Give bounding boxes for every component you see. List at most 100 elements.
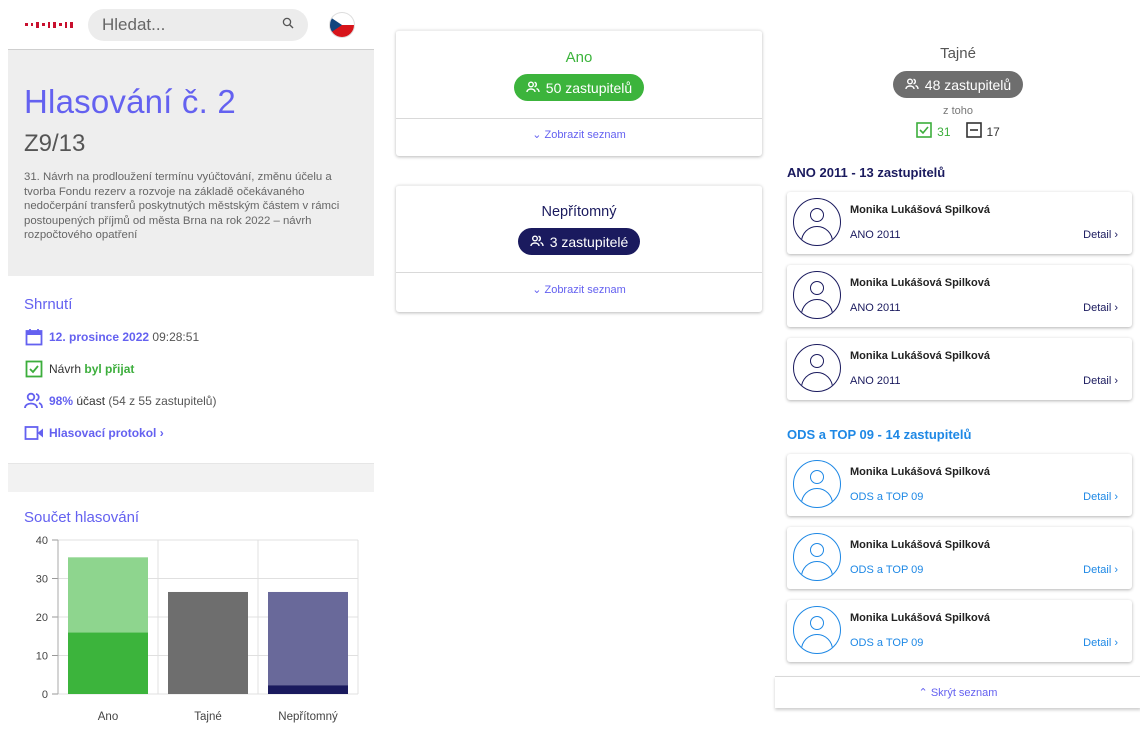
avatar-icon <box>793 533 841 581</box>
vote-bar-chart: 0 10 20 30 40 Ano Tajné Nepřítomný <box>36 535 359 723</box>
member-detail-link[interactable]: Detail › <box>1083 302 1118 314</box>
calendar-icon <box>24 328 44 346</box>
checkbox-indeterminate-icon <box>965 122 982 141</box>
section-divider <box>8 464 374 492</box>
member-name: Monika Lukášová Spilková <box>850 539 990 551</box>
member-party: ODS a TOP 09 <box>850 491 924 503</box>
member-party: ODS a TOP 09 <box>850 564 924 576</box>
z-toho-label: z toho <box>943 105 973 117</box>
member-detail-link[interactable]: Detail › <box>1083 564 1118 576</box>
result-prefix: Návrh <box>49 361 82 376</box>
tajne-count: 48 zastupitelů <box>924 76 1012 93</box>
vote-code: Z9/13 <box>24 130 86 157</box>
bar-nepřítomný-segment-1 <box>268 591 348 686</box>
y-tick-label: 30 <box>36 574 48 586</box>
top-bar <box>8 0 374 50</box>
member-name: Monika Lukášová Spilková <box>850 277 990 289</box>
avatar-icon <box>793 271 841 319</box>
participation-row: 98% účast (54 z 55 zastupitelů) <box>24 391 358 410</box>
search-box[interactable] <box>88 8 308 41</box>
city-logo[interactable] <box>25 21 74 28</box>
member-detail-link[interactable]: Detail › <box>1083 491 1118 503</box>
participation-detail: (54 z 55 zastupitelů) <box>108 393 217 408</box>
hide-list-link[interactable]: ⌃ Skrýt seznam <box>775 676 1140 708</box>
member-party: ANO 2011 <box>850 375 901 387</box>
member-name: Monika Lukášová Spilková <box>850 204 990 216</box>
card-ano-count: 50 zastupitelů <box>545 79 633 96</box>
date-row: 12. prosince 2022 09:28:51 <box>24 327 358 346</box>
member-detail-link[interactable]: Detail › <box>1083 229 1118 241</box>
vote-header: Hlasování č. 2 Z9/13 31. Návrh na prodlo… <box>8 50 374 276</box>
member-party: ANO 2011 <box>850 302 901 314</box>
tajne-header: Tajné 48 zastupitelů z toho 31 17 <box>775 0 1140 155</box>
card-ano-title: Ano <box>565 49 593 66</box>
bar-nepřítomný-segment-0 <box>268 685 348 694</box>
people-icon <box>24 392 44 410</box>
participation-word: účast <box>76 393 106 408</box>
vote-description: 31. Návrh na prodloužení termínu vyúčtov… <box>24 171 340 242</box>
protocol-link[interactable]: Hlasovací protokol › <box>49 426 164 440</box>
y-tick-label: 40 <box>36 535 48 547</box>
card-nepritomny-title: Nepřítomný <box>541 204 617 220</box>
x-tick-label: Tajné <box>194 711 222 723</box>
member-party: ANO 2011 <box>850 229 901 241</box>
participation-percent: 98% <box>49 393 74 408</box>
checkbox-checked-icon <box>24 360 44 378</box>
tajne-yes-count: 31 <box>937 124 951 139</box>
vote-chart-section: Součet hlasování 0 10 20 30 40 Ano Tajné Nepřít… <box>8 492 374 737</box>
avatar-icon <box>793 344 841 392</box>
member-name: Monika Lukášová Spilková <box>850 612 990 624</box>
chart-title: Součet hlasování <box>24 509 140 526</box>
people-icon <box>905 77 919 93</box>
card-ano: Ano 50 zastupitelů ⌄ Zobrazit seznam <box>396 30 762 156</box>
people-icon <box>526 80 540 96</box>
checkbox-checked-icon <box>916 122 932 141</box>
vote-date: 12. prosince 2022 <box>49 329 150 344</box>
y-tick-label: 0 <box>42 689 48 701</box>
avatar-icon <box>793 198 841 246</box>
member-party: ODS a TOP 09 <box>850 637 924 649</box>
member-card[interactable]: Monika Lukášová Spilková ANO 2011 Detail › <box>787 192 1132 254</box>
result-row: Návrh byl přijat <box>24 359 358 378</box>
card-ano-head: Ano 50 zastupitelů <box>396 31 762 118</box>
summary-section: Shrnutí 12. prosince 2022 09:28:51 Návrh… <box>8 276 374 464</box>
member-detail-link[interactable]: Detail › <box>1083 375 1118 387</box>
card-nepritomny-head: Nepřítomný 3 zastupitelé <box>396 186 762 272</box>
result-value: byl přijat <box>84 361 135 376</box>
card-nepritomny: Nepřítomný 3 zastupitelé ⌄ Zobrazit sezn… <box>396 185 762 312</box>
member-name: Monika Lukášová Spilková <box>850 466 990 478</box>
member-detail-link[interactable]: Detail › <box>1083 637 1118 649</box>
summary-title: Shrnutí <box>24 296 73 313</box>
bar-ano-segment-0 <box>68 632 148 694</box>
czech-flag-icon[interactable] <box>330 12 354 37</box>
search-icon[interactable] <box>282 16 294 34</box>
protocol-row[interactable]: Hlasovací protokol › <box>24 423 358 442</box>
member-card[interactable]: Monika Lukášová Spilková ODS a TOP 09 Deta… <box>787 600 1132 662</box>
party-group-title: ODS a TOP 09 - 14 zastupitelů <box>787 427 972 442</box>
member-card[interactable]: Monika Lukášová Spilková ODS a TOP 09 Deta… <box>787 454 1132 516</box>
page-title: Hlasování č. 2 <box>24 83 236 120</box>
member-card[interactable]: Monika Lukášová Spilková ANO 2011 Detail › <box>787 265 1132 327</box>
card-nepritomny-count-badge: 3 zastupitelé <box>517 228 641 255</box>
y-tick-label: 20 <box>36 612 48 624</box>
bar-ano-segment-1 <box>68 557 148 633</box>
bar-tajné-segment-0 <box>168 591 248 694</box>
video-camera-icon <box>24 424 44 442</box>
tajne-breakdown: 31 17 <box>775 122 1140 141</box>
member-card[interactable]: Monika Lukášová Spilková ODS a TOP 09 Deta… <box>787 527 1132 589</box>
card-nepritomny-show-list[interactable]: ⌄ Zobrazit seznam <box>396 272 762 312</box>
member-name: Monika Lukášová Spilková <box>850 350 990 362</box>
search-input[interactable] <box>102 14 262 35</box>
tajne-count-badge: 48 zastupitelů <box>892 71 1024 98</box>
vote-detail-column: Hlasování č. 2 Z9/13 31. Návrh na prodlo… <box>8 0 374 742</box>
tajne-abstain-count: 17 <box>986 124 1000 139</box>
member-card[interactable]: Monika Lukášová Spilková ANO 2011 Detail › <box>787 338 1132 400</box>
tajne-column: Tajné 48 zastupitelů z toho 31 17 ANO 20… <box>775 0 1140 742</box>
card-ano-count-badge: 50 zastupitelů <box>513 74 645 101</box>
card-ano-show-list[interactable]: ⌄ Zobrazit seznam <box>396 118 762 156</box>
card-nepritomny-count: 3 zastupitelé <box>549 233 629 250</box>
tajne-title: Tajné <box>940 45 976 62</box>
avatar-icon <box>793 606 841 654</box>
x-tick-label: Ano <box>98 711 118 723</box>
people-icon <box>529 234 544 250</box>
